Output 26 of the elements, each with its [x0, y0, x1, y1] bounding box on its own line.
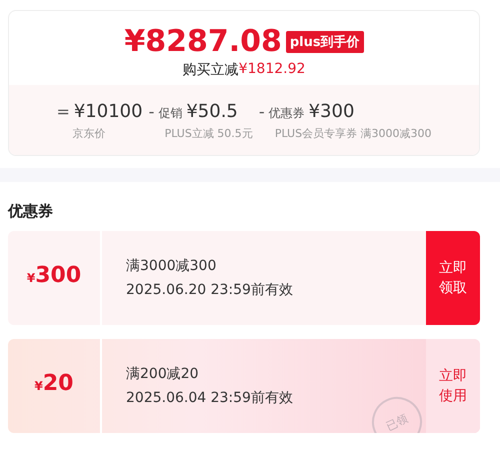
operator: =	[56, 102, 70, 121]
item-caption: PLUS立减 50.5元	[164, 126, 253, 141]
coupon-amount: 20	[42, 371, 74, 396]
section-title: 优惠券	[8, 202, 54, 221]
coupon-validity: 2025.06.04 23:59前有效	[126, 389, 294, 407]
item-amount: ¥10100	[74, 101, 143, 122]
saving-amount: ¥1812.92	[238, 61, 306, 79]
coupon-validity: 2025.06.20 23:59前有效	[126, 281, 294, 299]
item-label: 优惠券	[268, 105, 305, 122]
final-price: ¥8287.08	[124, 25, 282, 59]
currency-sign: ¥	[34, 379, 43, 393]
coupon-condition: 满3000减300	[126, 257, 218, 275]
claim-button[interactable]: 立即领取	[426, 231, 480, 325]
item-caption: PLUS会员专享券 满3000减300	[274, 126, 432, 141]
item-caption: 京东价	[72, 126, 106, 141]
saving-label: 购买立减	[182, 61, 239, 79]
currency-sign: ¥	[26, 271, 36, 285]
item-amount: ¥50.5	[186, 101, 238, 122]
price-badge: plus到手价	[286, 31, 364, 53]
coupon-amount: 300	[35, 263, 82, 288]
use-button[interactable]: 立即使用	[426, 339, 480, 433]
item-amount: ¥300	[308, 101, 354, 122]
coupon-condition: 满200减20	[126, 365, 200, 383]
item-label: 促销	[158, 105, 182, 122]
operator: -	[148, 102, 154, 121]
operator: -	[258, 102, 265, 121]
